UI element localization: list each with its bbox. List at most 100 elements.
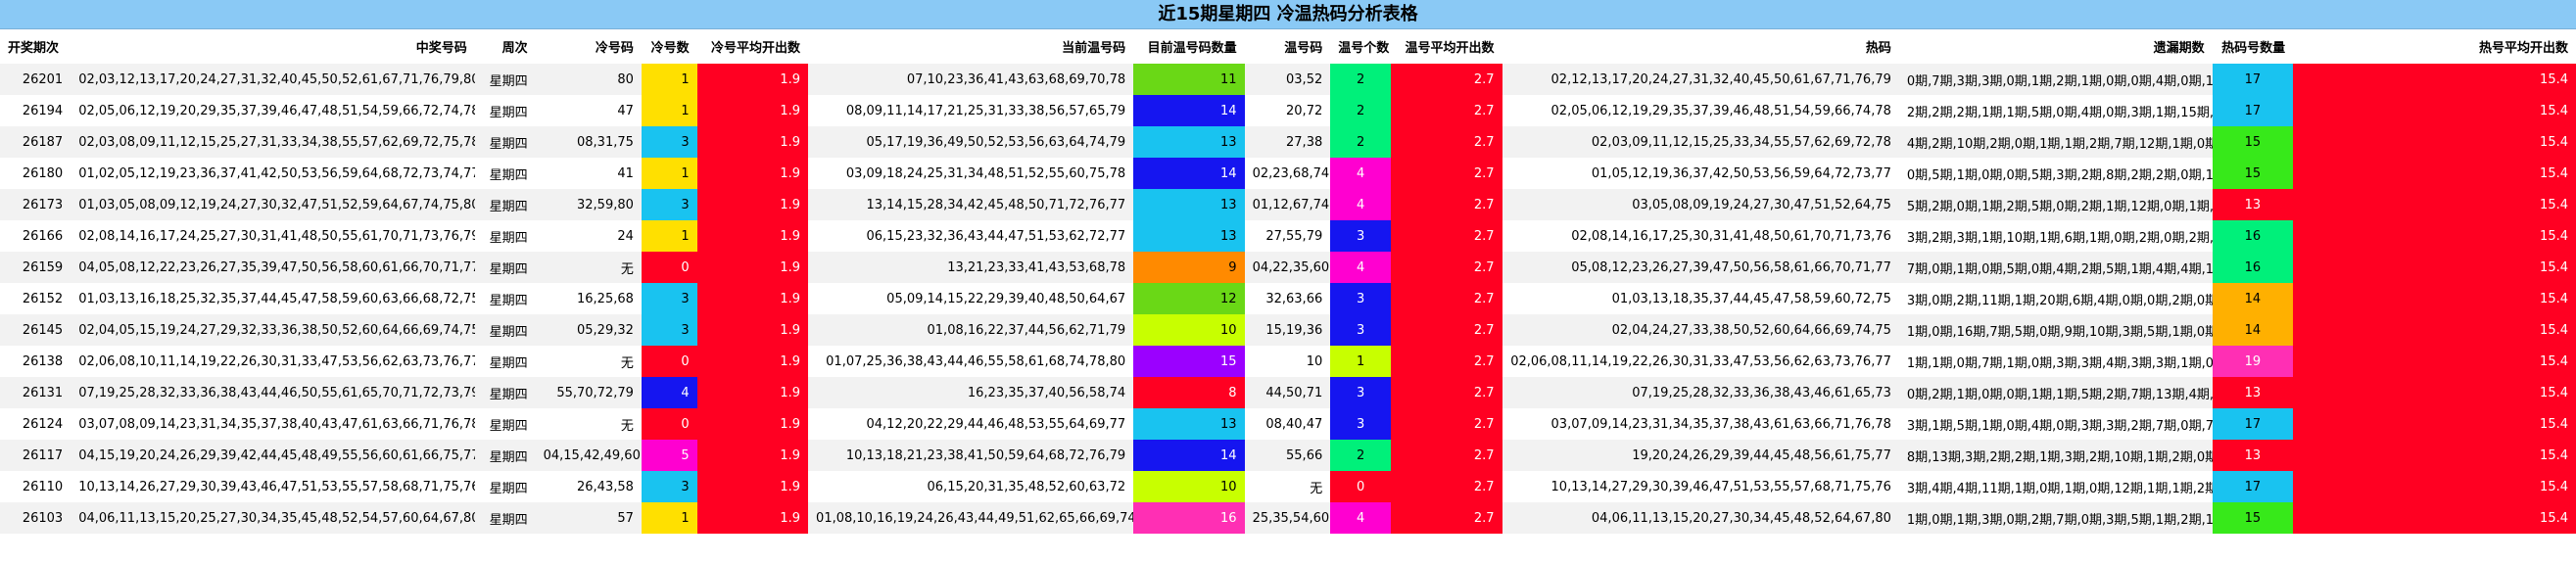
warm-numbers-cell: 03,52 <box>1244 64 1331 95</box>
numbers-cell: 02,03,12,13,17,20,24,27,31,32,40,45,50,5… <box>71 64 475 95</box>
missed-periods-cell: 0期,7期,3期,3期,0期,1期,2期,1期,0期,0期,4期,0期,1期,7… <box>1898 64 2213 95</box>
warm-numbers-cell: 15,19,36 <box>1244 314 1331 346</box>
current-warm-count-cell: 13 <box>1133 220 1245 252</box>
hot-avg-cell: 15.4 <box>2293 158 2576 189</box>
hot-numbers-cell: 03,05,08,09,19,24,27,30,47,51,52,64,75 <box>1502 189 1899 220</box>
warm-avg-cell: 2.7 <box>1391 158 1503 189</box>
period-cell: 26194 <box>0 95 72 126</box>
cold-count-cell: 5 <box>641 440 697 471</box>
cold-count-cell: 0 <box>641 252 697 283</box>
page-title: 近15期星期四 冷温热码分析表格 <box>0 0 2576 29</box>
missed-periods-cell: 5期,2期,0期,1期,2期,5期,0期,2期,1期,12期,0期,1期,0期,… <box>1898 189 2213 220</box>
cold-avg-cell: 1.9 <box>696 377 809 408</box>
warm-avg-cell: 2.7 <box>1391 252 1503 283</box>
warm-avg-cell: 2.7 <box>1391 126 1503 158</box>
cold-avg-cell: 1.9 <box>696 64 809 95</box>
cold-numbers-cell: 26,43,58 <box>535 471 642 502</box>
current-warm-count-cell: 15 <box>1133 346 1245 377</box>
weekday-cell: 星期四 <box>474 126 536 158</box>
hot-avg-cell: 15.4 <box>2293 346 2576 377</box>
missed-periods-cell: 0期,5期,1期,0期,0期,5期,3期,2期,8期,2期,2期,0期,1期,0… <box>1898 158 2213 189</box>
current-warm-count-cell: 14 <box>1133 440 1245 471</box>
hot-count-cell: 13 <box>2212 440 2294 471</box>
numbers-cell: 10,13,14,26,27,29,30,39,43,46,47,51,53,5… <box>71 471 475 502</box>
missed-periods-cell: 1期,1期,0期,7期,1期,0期,3期,3期,4期,3期,3期,1期,0期,0… <box>1898 346 2213 377</box>
cold-count-cell: 1 <box>641 502 697 534</box>
current-warm-cell: 10,13,18,21,23,38,41,50,59,64,68,72,76,7… <box>808 440 1134 471</box>
current-warm-cell: 01,08,10,16,19,24,26,43,44,49,51,62,65,6… <box>808 502 1134 534</box>
hot-avg-cell: 15.4 <box>2293 502 2576 534</box>
cold-numbers-cell: 08,31,75 <box>535 126 642 158</box>
period-cell: 26124 <box>0 408 72 440</box>
warm-count-cell: 1 <box>1330 346 1392 377</box>
cold-count-cell: 3 <box>641 314 697 346</box>
hot-count-cell: 16 <box>2212 252 2294 283</box>
warm-count-cell: 4 <box>1330 502 1392 534</box>
column-header: 热号平均开出数 <box>2293 29 2576 64</box>
missed-periods-cell: 3期,0期,2期,11期,1期,20期,6期,4期,0期,0期,2期,0期,2期… <box>1898 283 2213 314</box>
warm-avg-cell: 2.7 <box>1391 440 1503 471</box>
period-cell: 26159 <box>0 252 72 283</box>
cold-numbers-cell: 55,70,72,79 <box>535 377 642 408</box>
table-row: 26201 02,03,12,13,17,20,24,27,31,32,40,45… <box>0 64 2576 95</box>
warm-numbers-cell: 25,35,54,60 <box>1244 502 1331 534</box>
current-warm-cell: 06,15,20,31,35,48,52,60,63,72 <box>808 471 1134 502</box>
numbers-cell: 01,03,05,08,09,12,19,24,27,30,32,47,51,5… <box>71 189 475 220</box>
cold-count-cell: 1 <box>641 220 697 252</box>
table-row: 26187 02,03,08,09,11,12,15,25,27,31,33,34… <box>0 126 2576 158</box>
cold-avg-cell: 1.9 <box>696 220 809 252</box>
weekday-cell: 星期四 <box>474 408 536 440</box>
period-cell: 26145 <box>0 314 72 346</box>
cold-count-cell: 3 <box>641 126 697 158</box>
missed-periods-cell: 2期,2期,2期,1期,1期,5期,0期,4期,0期,3期,1期,15期,0期,… <box>1898 95 2213 126</box>
weekday-cell: 星期四 <box>474 471 536 502</box>
weekday-cell: 星期四 <box>474 314 536 346</box>
missed-periods-cell: 3期,4期,4期,11期,1期,0期,1期,0期,12期,1期,1期,2期,1期… <box>1898 471 2213 502</box>
hot-avg-cell: 15.4 <box>2293 252 2576 283</box>
numbers-cell: 02,08,14,16,17,24,25,27,30,31,41,48,50,5… <box>71 220 475 252</box>
warm-avg-cell: 2.7 <box>1391 314 1503 346</box>
warm-numbers-cell: 27,55,79 <box>1244 220 1331 252</box>
hot-count-cell: 17 <box>2212 471 2294 502</box>
warm-avg-cell: 2.7 <box>1391 283 1503 314</box>
cold-numbers-cell: 无 <box>535 346 642 377</box>
warm-count-cell: 3 <box>1330 314 1392 346</box>
hot-avg-cell: 15.4 <box>2293 64 2576 95</box>
current-warm-cell: 06,15,23,32,36,43,44,47,51,53,62,72,77 <box>808 220 1134 252</box>
current-warm-cell: 13,14,15,28,34,42,45,48,50,71,72,76,77 <box>808 189 1134 220</box>
numbers-cell: 02,06,08,10,11,14,19,22,26,30,31,33,47,5… <box>71 346 475 377</box>
warm-avg-cell: 2.7 <box>1391 220 1503 252</box>
numbers-cell: 01,03,13,16,18,25,32,35,37,44,45,47,58,5… <box>71 283 475 314</box>
hot-avg-cell: 15.4 <box>2293 314 2576 346</box>
current-warm-count-cell: 14 <box>1133 158 1245 189</box>
current-warm-cell: 01,08,16,22,37,44,56,62,71,79 <box>808 314 1134 346</box>
table-row: 26180 01,02,05,12,19,23,36,37,41,42,50,53… <box>0 158 2576 189</box>
warm-numbers-cell: 08,40,47 <box>1244 408 1331 440</box>
hot-count-cell: 13 <box>2212 189 2294 220</box>
current-warm-count-cell: 16 <box>1133 502 1245 534</box>
hot-avg-cell: 15.4 <box>2293 220 2576 252</box>
current-warm-cell: 04,12,20,22,29,44,46,48,53,55,64,69,77 <box>808 408 1134 440</box>
column-header: 冷号码 <box>535 29 642 64</box>
numbers-cell: 04,06,11,13,15,20,25,27,30,34,35,45,48,5… <box>71 502 475 534</box>
cold-count-cell: 0 <box>641 408 697 440</box>
warm-count-cell: 3 <box>1330 408 1392 440</box>
cold-avg-cell: 1.9 <box>696 502 809 534</box>
hot-count-cell: 14 <box>2212 314 2294 346</box>
period-cell: 26138 <box>0 346 72 377</box>
column-header: 温号个数 <box>1330 29 1392 64</box>
numbers-cell: 04,15,19,20,24,26,29,39,42,44,45,48,49,5… <box>71 440 475 471</box>
hot-count-cell: 17 <box>2212 64 2294 95</box>
missed-periods-cell: 8期,13期,3期,2期,2期,1期,3期,2期,10期,1期,2期,0期,8期… <box>1898 440 2213 471</box>
warm-count-cell: 3 <box>1330 220 1392 252</box>
cold-count-cell: 1 <box>641 158 697 189</box>
current-warm-count-cell: 13 <box>1133 408 1245 440</box>
cold-numbers-cell: 57 <box>535 502 642 534</box>
current-warm-count-cell: 13 <box>1133 189 1245 220</box>
cold-avg-cell: 1.9 <box>696 346 809 377</box>
column-header: 热码 <box>1502 29 1899 64</box>
table-body: 26201 02,03,12,13,17,20,24,27,31,32,40,45… <box>0 64 2576 534</box>
period-cell: 26201 <box>0 64 72 95</box>
warm-count-cell: 3 <box>1330 283 1392 314</box>
column-header: 开奖期次 <box>0 29 72 64</box>
